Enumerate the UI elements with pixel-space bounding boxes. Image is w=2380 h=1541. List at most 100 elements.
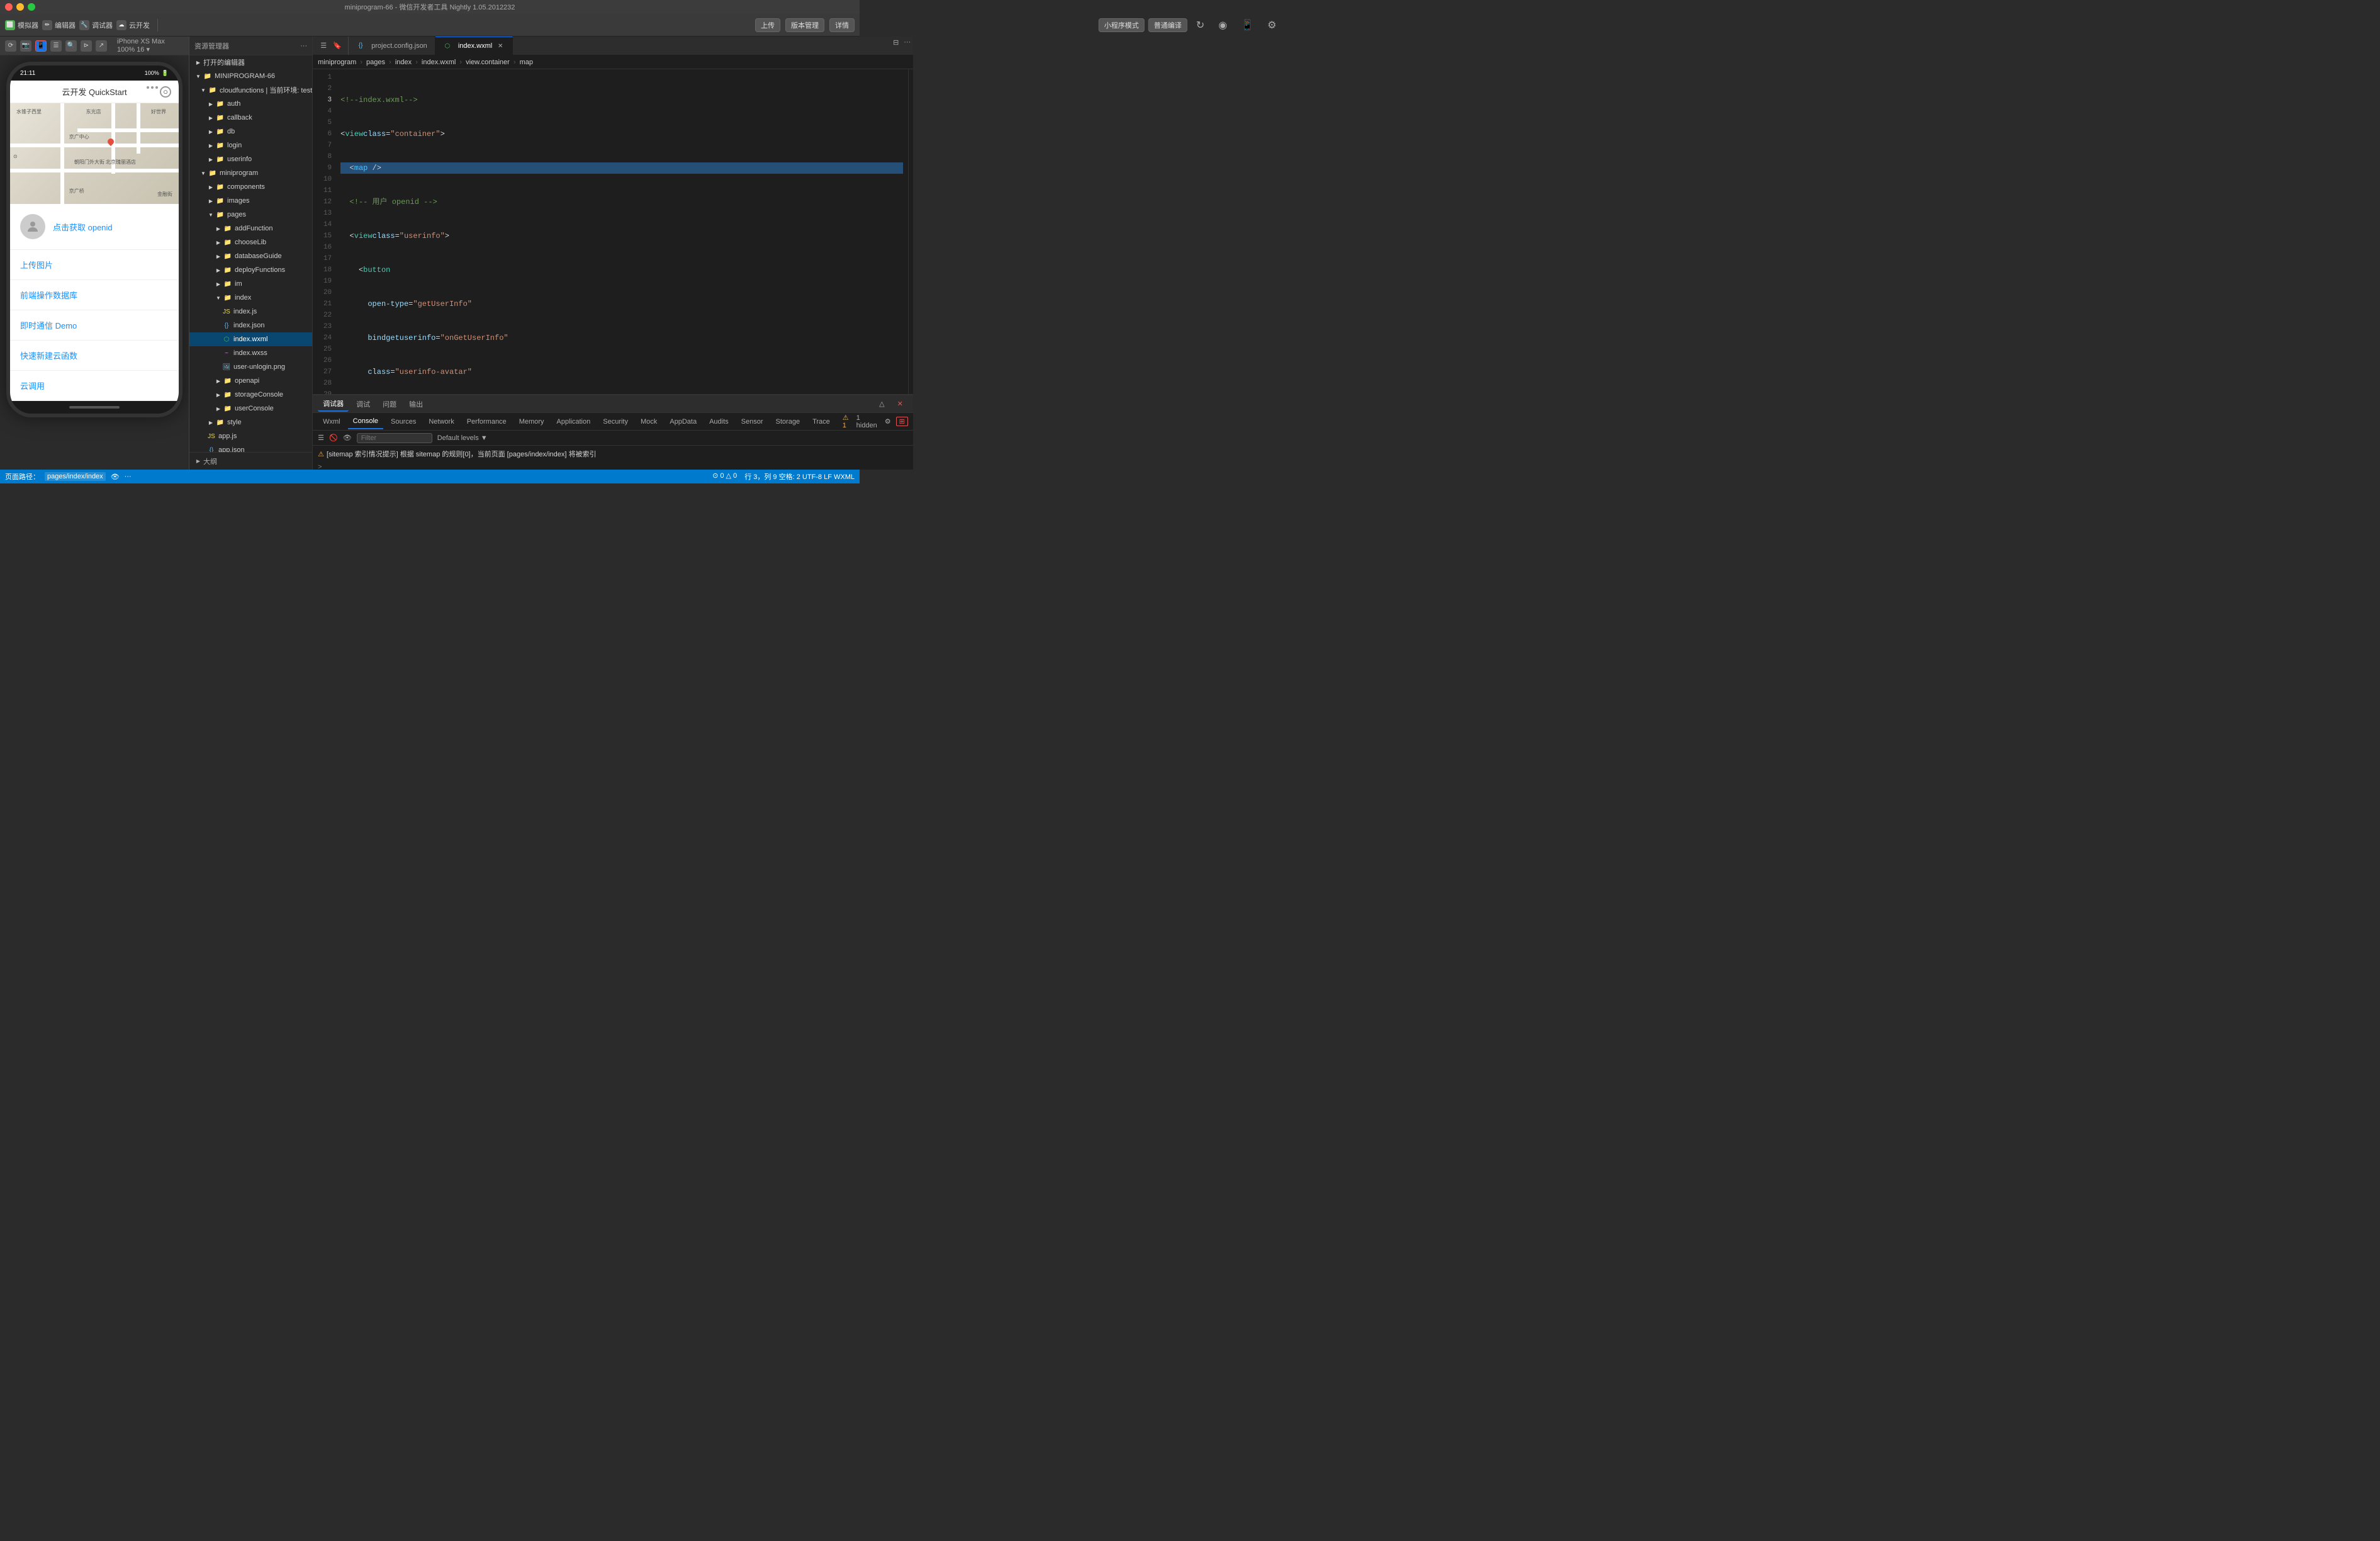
detail-button[interactable]: 详情 [829,18,855,32]
map-road-h1 [10,144,179,147]
maximize-button[interactable] [28,3,35,11]
rotate-icon[interactable]: ⟳ [5,40,16,52]
open-editors-header[interactable]: ▶ 打开的编辑器 [189,55,312,69]
tree-index-json[interactable]: {} index.json [189,319,312,332]
device-selector[interactable]: iPhone XS Max 100% 16 ▾ [117,38,184,54]
tab-project-config[interactable]: {} project.config.json [349,37,435,55]
devtools-tab-debugging[interactable]: 调试 [351,397,375,412]
tree-deployfuncs[interactable]: ▶ 📁 deployFunctions [189,263,312,277]
console-expand-icon[interactable]: ⊞ [896,417,908,426]
devtools-tab-debug[interactable]: 调试器 [318,397,349,412]
minimize-button[interactable] [16,3,24,11]
oa-label: openapi [235,377,259,385]
img-icon: 📁 [216,196,225,205]
devtools-tab-issues[interactable]: 问题 [378,397,401,412]
tree-auth[interactable]: ▶ 📁 auth [189,97,312,111]
tree-callback[interactable]: ▶ 📁 callback [189,111,312,125]
menu-item-cloud-call[interactable]: 云调用 [10,371,179,401]
ln-6: 6 [313,128,332,140]
tree-app-js[interactable]: JS app.js [189,429,312,443]
split-editor-icon[interactable]: ⊟ [890,37,902,48]
tree-login[interactable]: ▶ 📁 login [189,138,312,152]
subtab-storage[interactable]: Storage [771,414,805,429]
subtab-sensor[interactable]: Sensor [736,414,768,429]
filter-icon-sim[interactable]: ⊳ [81,40,92,52]
subtab-audits[interactable]: Audits [704,414,734,429]
menu-item-db[interactable]: 前端操作数据库 [10,280,179,310]
tree-userconsole[interactable]: ▶ 📁 userConsole [189,402,312,415]
subtab-console[interactable]: Console [348,414,383,429]
devtools-close-icon[interactable]: ✕ [892,397,908,412]
more-icon-editor[interactable]: ··· [902,37,913,48]
tree-user-png[interactable]: 🖼 user-unlogin.png [189,360,312,374]
ln-4: 4 [313,106,332,117]
version-button[interactable]: 版本管理 [785,18,824,32]
menu-item-cloud-func[interactable]: 快速新建云函数 [10,341,179,371]
file-tree-footer[interactable]: ▶ 大纲 [189,452,312,470]
subtab-wxml[interactable]: Wxml [318,414,345,429]
phone-icon[interactable]: 📱 [35,40,47,52]
map-road-h2 [10,169,179,172]
screenshot-icon[interactable]: 📷 [20,40,31,52]
subtab-trace[interactable]: Trace [807,414,835,429]
tree-style[interactable]: ▶ 📁 style [189,415,312,429]
search-icon-sim[interactable]: 🔍 [65,40,77,52]
mode-dropdown[interactable]: 小程序模式 [1099,18,1145,32]
code-content[interactable]: <!--index.wxml--> <view class="container… [335,69,908,394]
tree-app-json[interactable]: {} app.json [189,443,312,452]
tree-index[interactable]: ▼ 📁 index [189,291,312,305]
tree-db[interactable]: ▶ 📁 db [189,125,312,138]
menu-item-upload[interactable]: 上传图片 [10,250,179,280]
settings-button[interactable]: ⚙ [1262,18,1281,33]
tree-root[interactable]: ▼ 📁 MINIPROGRAM-66 [189,69,312,83]
tab-close-icon[interactable]: ✕ [496,42,505,50]
preview-button[interactable]: ◉ [1213,18,1232,33]
tree-index-wxml[interactable]: ⬡ index.wxml [189,332,312,346]
menu-item-im[interactable]: 即时通信 Demo [10,310,179,341]
editor-scrollbar[interactable] [908,69,913,394]
tab-index-wxml[interactable]: ⬡ index.wxml ✕ [435,37,513,55]
upload-button[interactable]: 上传 [755,18,780,32]
subtab-appdata[interactable]: AppData [665,414,702,429]
tree-addfunc[interactable]: ▶ 📁 addFunction [189,222,312,235]
df-arrow: ▶ [215,266,222,274]
devtools-expand-icon[interactable]: △ [874,397,889,412]
subtab-performance[interactable]: Performance [462,414,512,429]
tree-images[interactable]: ▶ 📁 images [189,194,312,208]
wxml-file-icon: ⬡ [222,335,231,344]
tree-openapi[interactable]: ▶ 📁 openapi [189,374,312,388]
subtab-network[interactable]: Network [424,414,459,429]
tree-pages[interactable]: ▼ 📁 pages [189,208,312,222]
remote-debug-button[interactable]: 📱 [1236,18,1259,33]
user-openid-link[interactable]: 点击获取 openid [53,221,113,233]
subtab-memory[interactable]: Memory [514,414,549,429]
refresh-button[interactable]: ↻ [1191,18,1210,33]
tree-dbguide[interactable]: ▶ 📁 databaseGuide [189,249,312,263]
tree-index-js[interactable]: JS index.js [189,305,312,319]
subtab-application[interactable]: Application [551,414,595,429]
tree-cloudfunctions[interactable]: ▼ 📁 cloudfunctions | 当前环境: test [189,83,312,97]
tree-chooselib[interactable]: ▶ 📁 chooseLib [189,235,312,249]
tree-index-wxss[interactable]: ~ index.wxss [189,346,312,360]
more-icon[interactable]: ··· [300,42,307,50]
file-tree-header: 资源管理器 ··· [189,37,312,55]
devtools-tab-output[interactable]: 输出 [404,397,428,412]
close-button[interactable] [5,3,13,11]
list-icon[interactable]: ☰ [50,40,62,52]
subtab-mock[interactable]: Mock [636,414,662,429]
devtools-settings-icon[interactable]: ⚙ [882,417,894,426]
menu-icon[interactable]: ☰ [318,40,329,52]
tree-storageconsole[interactable]: ▶ 📁 storageConsole [189,388,312,402]
subtab-sources[interactable]: Sources [386,414,421,429]
status-path: 页面路径： [5,471,40,482]
compile-dropdown[interactable]: 普通编译 [1148,18,1187,32]
bookmark-icon[interactable]: 🔖 [332,40,343,52]
save-icon-sim[interactable]: ↗ [96,40,107,52]
tree-components[interactable]: ▶ 📁 components [189,180,312,194]
subtab-security[interactable]: Security [598,414,633,429]
eye-icon-status[interactable]: 👁 [111,473,120,481]
tree-userinfo[interactable]: ▶ 📁 userinfo [189,152,312,166]
console-filter-input[interactable] [357,433,432,443]
tree-miniprogram[interactable]: ▼ 📁 miniprogram [189,166,312,180]
tree-im[interactable]: ▶ 📁 im [189,277,312,291]
